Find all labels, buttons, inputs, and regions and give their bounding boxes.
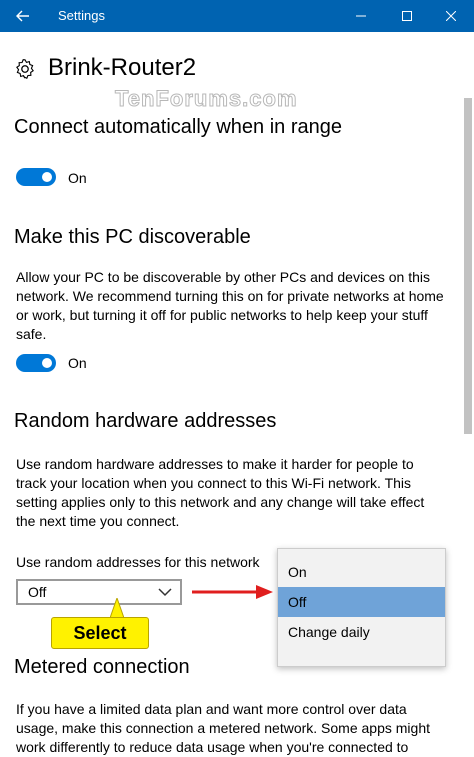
metered-heading: Metered connection	[14, 656, 190, 678]
discoverable-description: Allow your PC to be discoverable by othe…	[16, 269, 444, 342]
select-callout: Select	[51, 617, 149, 649]
gear-icon	[16, 59, 34, 80]
back-arrow-icon	[16, 10, 29, 22]
maximize-button[interactable]	[384, 0, 430, 32]
connect-auto-toggle-label: On	[68, 170, 87, 186]
random-hw-dropdown[interactable]: Off	[16, 579, 182, 605]
settings-content: Brink-Router2 TenForums.com Connect auto…	[0, 32, 474, 755]
callout-pointer	[110, 598, 124, 618]
metered-description: If you have a limited data plan and want…	[16, 701, 430, 755]
minimize-icon	[356, 15, 366, 17]
scrollbar[interactable]	[462, 32, 474, 749]
connect-auto-heading: Connect automatically when in range	[14, 116, 342, 138]
title-bar: Settings	[0, 0, 474, 32]
random-hw-dropdown-label: Use random addresses for this network	[16, 554, 260, 570]
dropdown-option-change-daily[interactable]: Change daily	[278, 617, 445, 647]
back-button[interactable]	[0, 0, 46, 32]
maximize-icon	[402, 11, 412, 21]
discoverable-heading: Make this PC discoverable	[14, 226, 251, 248]
scroll-thumb[interactable]	[464, 98, 472, 434]
dropdown-option-on[interactable]: On	[278, 557, 445, 587]
discoverable-toggle[interactable]	[16, 354, 56, 372]
window-title: Settings	[58, 8, 105, 23]
chevron-down-icon	[158, 588, 172, 597]
dropdown-menu: On Off Change daily	[277, 548, 446, 667]
close-button[interactable]	[428, 0, 474, 32]
page-title: Brink-Router2	[48, 54, 197, 81]
random-hw-description: Use random hardware addresses to make it…	[16, 456, 425, 529]
connect-auto-toggle[interactable]	[16, 168, 56, 186]
dropdown-option-off[interactable]: Off	[278, 587, 445, 617]
minimize-button[interactable]	[338, 0, 384, 32]
close-icon	[446, 11, 456, 21]
red-arrow-annotation	[192, 585, 273, 599]
random-hw-heading: Random hardware addresses	[14, 410, 277, 432]
watermark: TenForums.com	[115, 86, 298, 112]
random-hw-dropdown-value: Off	[28, 584, 47, 600]
discoverable-toggle-label: On	[68, 355, 87, 371]
